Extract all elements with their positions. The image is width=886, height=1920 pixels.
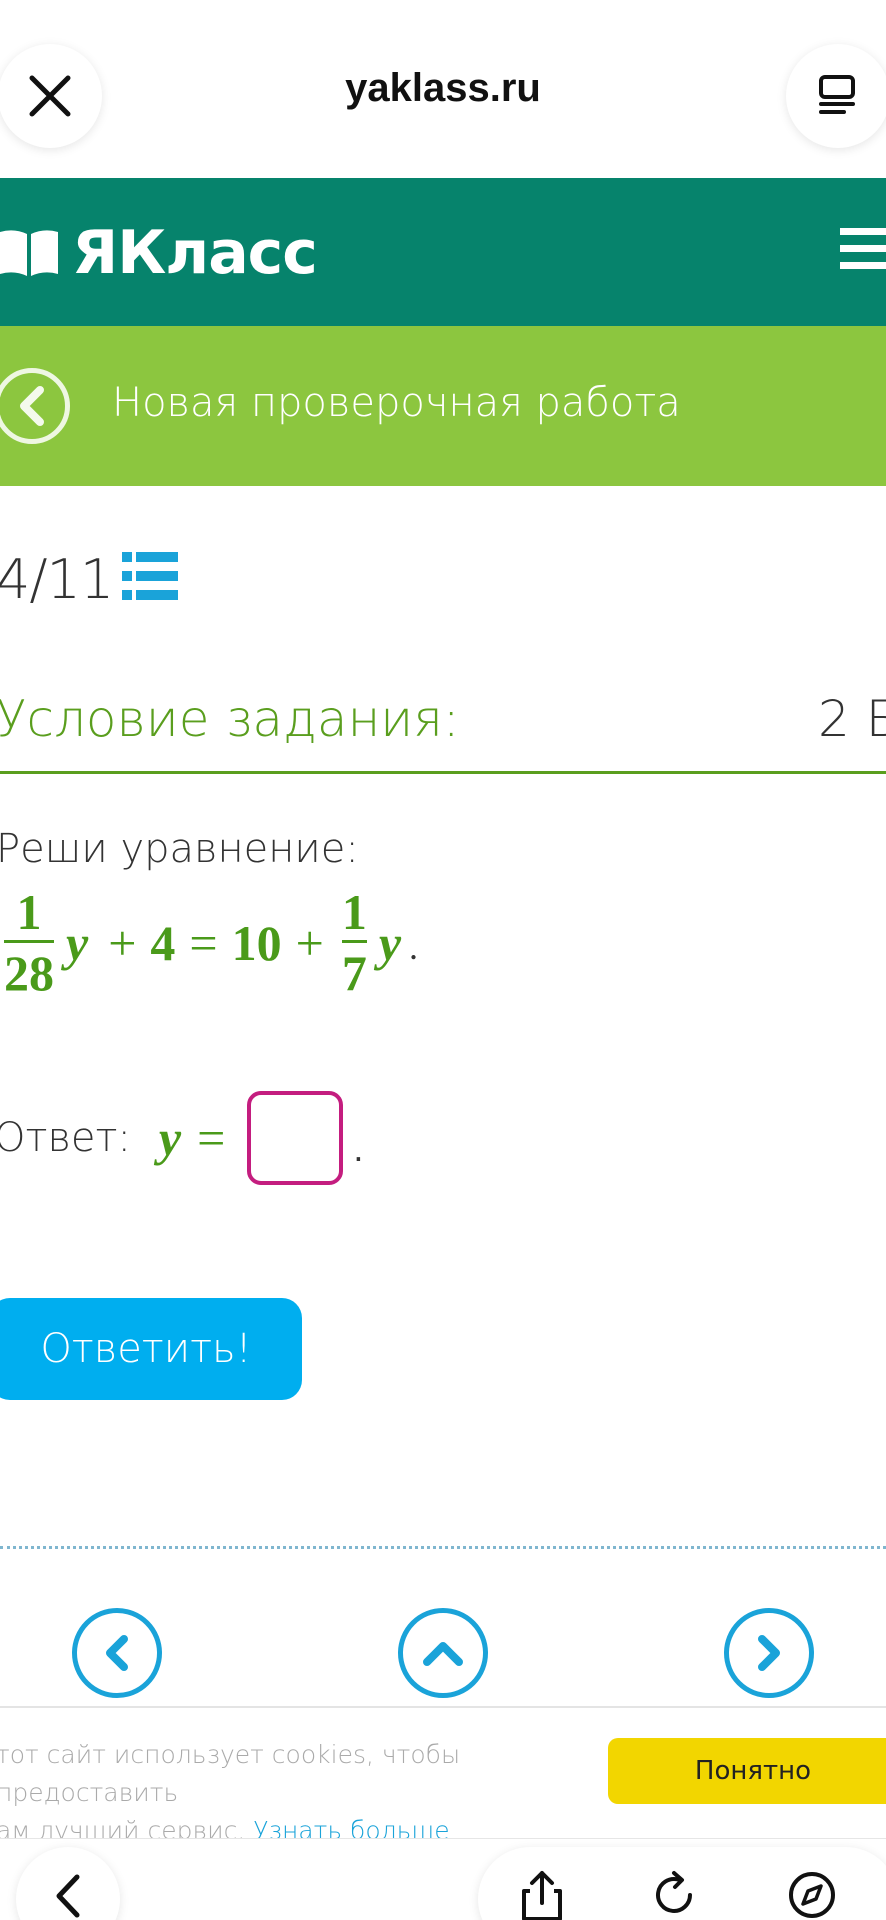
- title-bar: Новая проверочная работа: [0, 326, 886, 486]
- chevron-left-icon: [106, 1635, 128, 1671]
- book-icon: [0, 230, 58, 276]
- answer-period: .: [353, 1128, 364, 1169]
- url-text[interactable]: yaklass.ru: [0, 66, 886, 111]
- equation-period: .: [409, 927, 419, 967]
- compass-icon[interactable]: [786, 1869, 838, 1920]
- browser-top-bar: yaklass.ru: [0, 0, 886, 178]
- previous-question-button[interactable]: [72, 1608, 162, 1698]
- logo-text: ЯКласс: [72, 218, 318, 288]
- fraction-denominator: 28: [4, 944, 54, 1001]
- plus-sign-rhs: +: [295, 915, 324, 971]
- page-title: Новая проверочная работа: [112, 380, 681, 426]
- reload-icon[interactable]: [648, 1869, 700, 1920]
- task-header: Условие задания: 2 Б.: [0, 690, 886, 774]
- task-prompt: Реши уравнение:: [0, 826, 359, 872]
- cookie-banner: тот сайт использует cookies, чтобы предо…: [0, 1706, 886, 1845]
- question-counter: 4/11: [0, 548, 114, 611]
- scroll-top-button[interactable]: [398, 1608, 488, 1698]
- fraction-one-28: 1 28: [4, 884, 54, 1003]
- task-heading: Условие задания:: [0, 690, 460, 748]
- answer-input[interactable]: [247, 1091, 344, 1185]
- hamburger-menu-icon[interactable]: [840, 228, 886, 272]
- answer-row: Ответ: y = .: [0, 1090, 363, 1186]
- site-logo[interactable]: ЯКласс: [0, 218, 318, 288]
- equation: 1 28 y + 4 = 10 + 1 7 y .: [0, 878, 418, 1008]
- list-icon[interactable]: [122, 550, 178, 602]
- accept-cookies-button[interactable]: Понятно: [608, 1738, 886, 1804]
- fraction-numerator: 1: [341, 883, 367, 940]
- next-question-button[interactable]: [724, 1608, 814, 1698]
- browser-actions-group: [478, 1847, 886, 1920]
- plus-sign: +: [108, 915, 137, 971]
- browser-toolbar: [0, 1838, 886, 1920]
- cookie-text-line1: тот сайт использует cookies, чтобы предо…: [0, 1740, 461, 1807]
- variable-y: y: [66, 915, 89, 971]
- share-icon[interactable]: [516, 1869, 568, 1920]
- chevron-left-icon: [20, 386, 44, 426]
- reader-mode-button[interactable]: [786, 44, 886, 148]
- answer-variable: y: [158, 1110, 182, 1166]
- reader-mode-icon: [819, 75, 855, 114]
- equals-sign: =: [189, 915, 218, 971]
- submit-answer-button[interactable]: Ответить!: [0, 1298, 302, 1400]
- fraction-denominator: 7: [341, 944, 367, 1001]
- task-points: 2 Б.: [818, 690, 886, 748]
- variable-y-rhs: y: [378, 915, 402, 971]
- cookie-text: тот сайт использует cookies, чтобы предо…: [0, 1736, 586, 1850]
- dotted-separator: [0, 1546, 886, 1549]
- constant-term: 4: [150, 915, 176, 971]
- site-header: ЯКласс: [0, 178, 886, 326]
- fraction-numerator: 1: [16, 883, 42, 940]
- rhs-constant: 10: [231, 915, 282, 971]
- chevron-left-icon: [56, 1874, 80, 1918]
- answer-label: Ответ:: [0, 1115, 131, 1161]
- answer-equals: =: [197, 1110, 226, 1166]
- browser-back-button[interactable]: [16, 1847, 120, 1920]
- chevron-right-icon: [758, 1635, 780, 1671]
- back-button[interactable]: [0, 368, 70, 444]
- fraction-one-7: 1 7: [341, 883, 367, 1003]
- chevron-up-icon: [423, 1642, 463, 1666]
